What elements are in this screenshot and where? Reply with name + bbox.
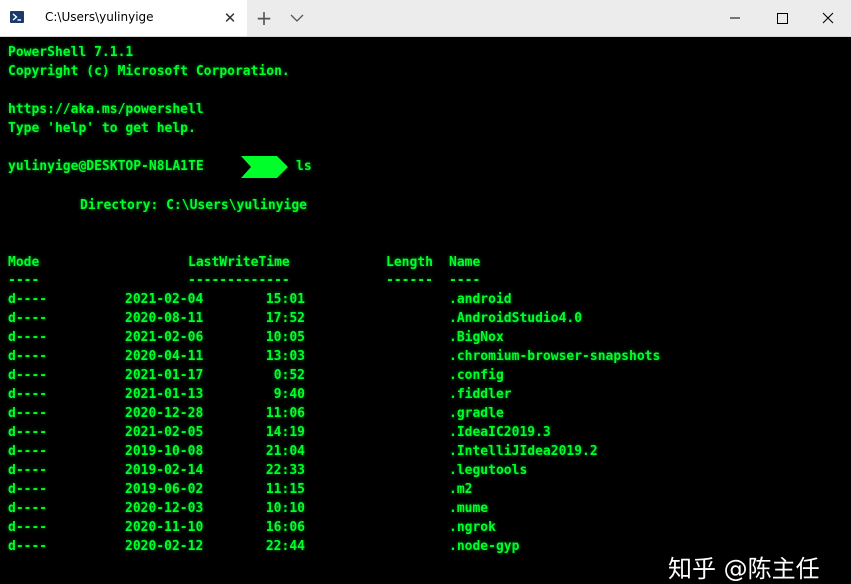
row-date: 2020-02-12 <box>125 539 204 554</box>
row-name: .config <box>449 368 504 383</box>
row-time: 17:52 <box>265 311 305 326</box>
row-name: .AndroidStudio4.0 <box>449 311 583 326</box>
prompt-arrow-icon <box>241 156 288 178</box>
rule-name: ---- <box>449 273 481 288</box>
tab-active[interactable]: C:\Users\yulinyige ✕ <box>0 0 247 36</box>
row-mode: d---- <box>8 368 48 383</box>
row-name: .ngrok <box>449 520 496 535</box>
rule-length: ------ <box>386 273 433 288</box>
header-length: Length <box>386 255 433 270</box>
row-name: .BigNox <box>449 330 504 345</box>
row-mode: d---- <box>8 444 48 459</box>
row-name: .chromium-browser-snapshots <box>449 349 661 364</box>
row-name: .gradle <box>449 406 504 421</box>
row-time: 22:33 <box>265 463 305 478</box>
row-date: 2021-01-17 <box>125 368 204 383</box>
terminal[interactable]: PowerShell 7.1.1 Copyright (c) Microsoft… <box>0 37 851 583</box>
row-time: 10:05 <box>265 330 305 345</box>
title-bar: C:\Users\yulinyige ✕ + <box>0 0 851 37</box>
close-icon[interactable] <box>803 0 851 36</box>
row-mode: d---- <box>8 539 48 554</box>
row-name: .IntelliJIdea2019.2 <box>449 444 598 459</box>
row-date: 2021-02-06 <box>125 330 204 345</box>
row-name: .m2 <box>449 482 473 497</box>
row-mode: d---- <box>8 292 48 307</box>
row-time: 11:15 <box>265 482 305 497</box>
banner-version: PowerShell 7.1.1 <box>8 45 134 60</box>
watermark: 知乎 @陈主任 <box>668 555 820 583</box>
banner-link: https://aka.ms/powershell <box>8 102 204 117</box>
row-mode: d---- <box>8 501 48 516</box>
minimize-icon[interactable] <box>711 0 759 36</box>
row-time: 10:10 <box>265 501 305 516</box>
command-text: ls <box>296 159 312 174</box>
row-date: 2021-01-13 <box>125 387 204 402</box>
new-tab-button[interactable]: + <box>255 7 273 29</box>
row-time: 15:01 <box>265 292 305 307</box>
tab-title: C:\Users\yulinyige <box>45 10 154 24</box>
row-date: 2019-06-02 <box>125 482 204 497</box>
row-mode: d---- <box>8 425 48 440</box>
row-mode: d---- <box>8 311 48 326</box>
chevron-down-icon[interactable] <box>289 10 305 26</box>
row-name: .android <box>449 292 512 307</box>
row-time: 11:06 <box>265 406 305 421</box>
row-time: 22:44 <box>265 539 305 554</box>
row-mode: d---- <box>8 463 48 478</box>
row-mode: d---- <box>8 520 48 535</box>
row-time: 21:04 <box>265 444 305 459</box>
row-date: 2020-04-11 <box>125 349 204 364</box>
banner-copyright: Copyright (c) Microsoft Corporation. <box>8 64 290 79</box>
row-date: 2021-02-05 <box>125 425 204 440</box>
row-date: 2020-12-28 <box>125 406 204 421</box>
row-date: 2019-10-08 <box>125 444 204 459</box>
row-time: 16:06 <box>265 520 305 535</box>
row-time: 14:19 <box>265 425 305 440</box>
banner-help: Type 'help' to get help. <box>8 121 196 136</box>
close-tab-button[interactable]: ✕ <box>221 8 239 28</box>
header-name: Name <box>449 255 481 270</box>
maximize-icon[interactable] <box>758 0 806 36</box>
header-lastwritetime: LastWriteTime <box>188 255 290 270</box>
header-mode: Mode <box>8 255 40 270</box>
row-date: 2019-02-14 <box>125 463 204 478</box>
row-name: .mume <box>449 501 489 516</box>
row-name: .legutools <box>449 463 528 478</box>
row-time: 13:03 <box>265 349 305 364</box>
row-mode: d---- <box>8 387 48 402</box>
row-time: 0:52 <box>273 368 305 383</box>
prompt-user: yulinyige@DESKTOP-N8LA1TE <box>8 159 204 174</box>
row-date: 2021-02-04 <box>125 292 204 307</box>
row-date: 2020-08-11 <box>125 311 204 326</box>
powershell-icon <box>10 11 24 23</box>
directory-line: Directory: C:\Users\yulinyige <box>80 198 307 213</box>
row-mode: d---- <box>8 330 48 345</box>
row-time: 9:40 <box>273 387 305 402</box>
row-date: 2020-12-03 <box>125 501 204 516</box>
row-name: .IdeaIC2019.3 <box>449 425 551 440</box>
row-mode: d---- <box>8 406 48 421</box>
rule-mode: ---- <box>8 273 40 288</box>
row-date: 2020-11-10 <box>125 520 204 535</box>
row-mode: d---- <box>8 349 48 364</box>
row-name: .node-gyp <box>449 539 520 554</box>
row-mode: d---- <box>8 482 48 497</box>
row-name: .fiddler <box>449 387 512 402</box>
rule-lastwritetime: ------------- <box>188 273 290 288</box>
